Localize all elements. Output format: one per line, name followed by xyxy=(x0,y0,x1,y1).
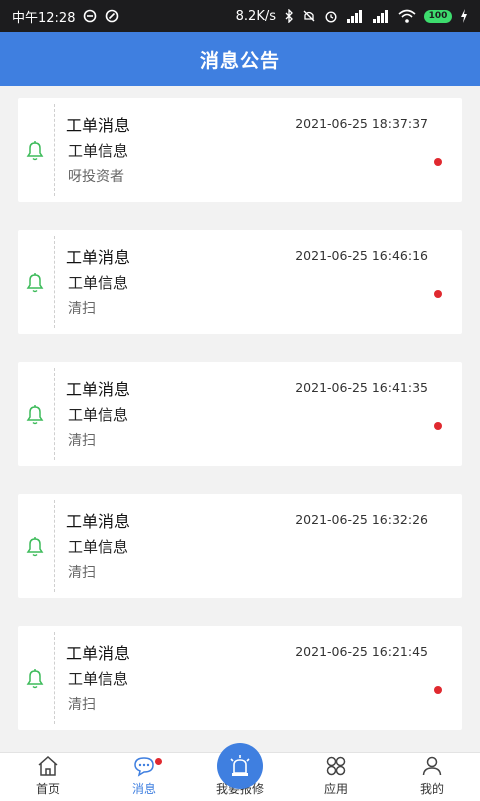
bluetooth-icon xyxy=(285,9,293,23)
message-desc: 清扫 xyxy=(68,565,96,581)
message-time: 2021-06-25 16:46:16 xyxy=(295,248,428,263)
tab-home[interactable]: 首页 xyxy=(0,753,96,801)
message-desc: 清扫 xyxy=(68,697,96,713)
dashed-divider xyxy=(54,104,55,196)
message-card[interactable]: 工单消息 2021-06-25 16:32:26 工单信息 清扫 xyxy=(18,494,462,598)
message-subtitle: 工单信息 xyxy=(68,142,129,160)
home-icon xyxy=(38,755,58,776)
messages-badge xyxy=(155,758,162,765)
battery-icon: 100 xyxy=(424,9,452,23)
message-subtitle: 工单信息 xyxy=(68,274,129,292)
unread-dot xyxy=(434,158,442,166)
chat-icon xyxy=(134,757,154,777)
tab-mine[interactable]: 我的 xyxy=(384,753,480,801)
status-time: 中午12:28 xyxy=(12,10,76,26)
message-title: 工单消息 xyxy=(66,644,131,663)
user-icon xyxy=(422,756,442,776)
status-bar: 中午12:28 8.2K/s 100 xyxy=(0,0,480,32)
message-time: 2021-06-25 16:32:26 xyxy=(295,512,428,527)
signal-icon-1 xyxy=(347,10,362,23)
tab-home-label: 首页 xyxy=(35,782,60,796)
silent-icon xyxy=(303,10,315,22)
message-card[interactable]: 工单消息 2021-06-25 16:46:16 工单信息 清扫 xyxy=(18,230,462,334)
vpn-icon xyxy=(84,9,97,23)
message-subtitle: 工单信息 xyxy=(68,670,129,688)
bell-icon xyxy=(26,273,44,293)
message-desc: 呀投资者 xyxy=(68,169,124,185)
message-subtitle: 工单信息 xyxy=(68,538,129,556)
message-card[interactable]: 工单消息 2021-06-25 16:41:35 工单信息 清扫 xyxy=(18,362,462,466)
dashed-divider xyxy=(54,368,55,460)
bell-icon xyxy=(26,405,44,425)
unread-dot xyxy=(434,686,442,694)
network-speed: 8.2K/s xyxy=(235,8,276,24)
message-time: 2021-06-25 18:37:37 xyxy=(295,116,428,131)
message-title: 工单消息 xyxy=(66,248,131,267)
alarm-icon xyxy=(325,11,337,23)
tab-apps[interactable]: 应用 xyxy=(288,753,384,801)
bell-icon xyxy=(26,537,44,557)
unread-dot xyxy=(434,422,442,430)
siren-icon xyxy=(230,755,250,776)
repair-button[interactable] xyxy=(217,743,263,789)
unread-dot xyxy=(434,290,442,298)
message-desc: 清扫 xyxy=(68,433,96,449)
apps-icon xyxy=(326,756,346,776)
tab-mine-label: 我的 xyxy=(419,782,444,796)
sync-icon xyxy=(106,9,119,23)
message-time: 2021-06-25 16:21:45 xyxy=(295,644,428,659)
signal-icon-2 xyxy=(373,10,388,23)
wifi-icon xyxy=(398,9,416,23)
page-title: 消息公告 xyxy=(199,49,280,72)
bell-icon xyxy=(26,669,44,689)
message-card[interactable]: 工单消息 2021-06-25 16:21:45 工单信息 清扫 xyxy=(18,626,462,730)
message-title: 工单消息 xyxy=(66,512,131,531)
message-time: 2021-06-25 16:41:35 xyxy=(295,380,428,395)
dashed-divider xyxy=(54,500,55,592)
message-card[interactable]: 工单消息 2021-06-25 18:37:37 工单信息 呀投资者 xyxy=(18,98,462,202)
tab-messages-label: 消息 xyxy=(131,782,156,796)
bottom-tab-bar: 首页 消息 我要报修 应用 我的 xyxy=(0,743,480,801)
tab-apps-label: 应用 xyxy=(323,782,348,796)
message-list: 工单消息 2021-06-25 18:37:37 工单信息 呀投资者 工单消息 … xyxy=(18,98,462,758)
message-subtitle: 工单信息 xyxy=(68,406,129,424)
dashed-divider xyxy=(54,632,55,724)
bell-icon xyxy=(26,141,44,161)
message-title: 工单消息 xyxy=(66,380,131,399)
message-title: 工单消息 xyxy=(66,116,131,135)
message-desc: 清扫 xyxy=(68,301,96,317)
page-header: 消息公告 xyxy=(0,32,480,86)
tab-repair[interactable]: 我要报修 xyxy=(192,743,288,801)
charging-icon xyxy=(461,9,467,23)
tab-messages[interactable]: 消息 xyxy=(96,753,192,801)
dashed-divider xyxy=(54,236,55,328)
